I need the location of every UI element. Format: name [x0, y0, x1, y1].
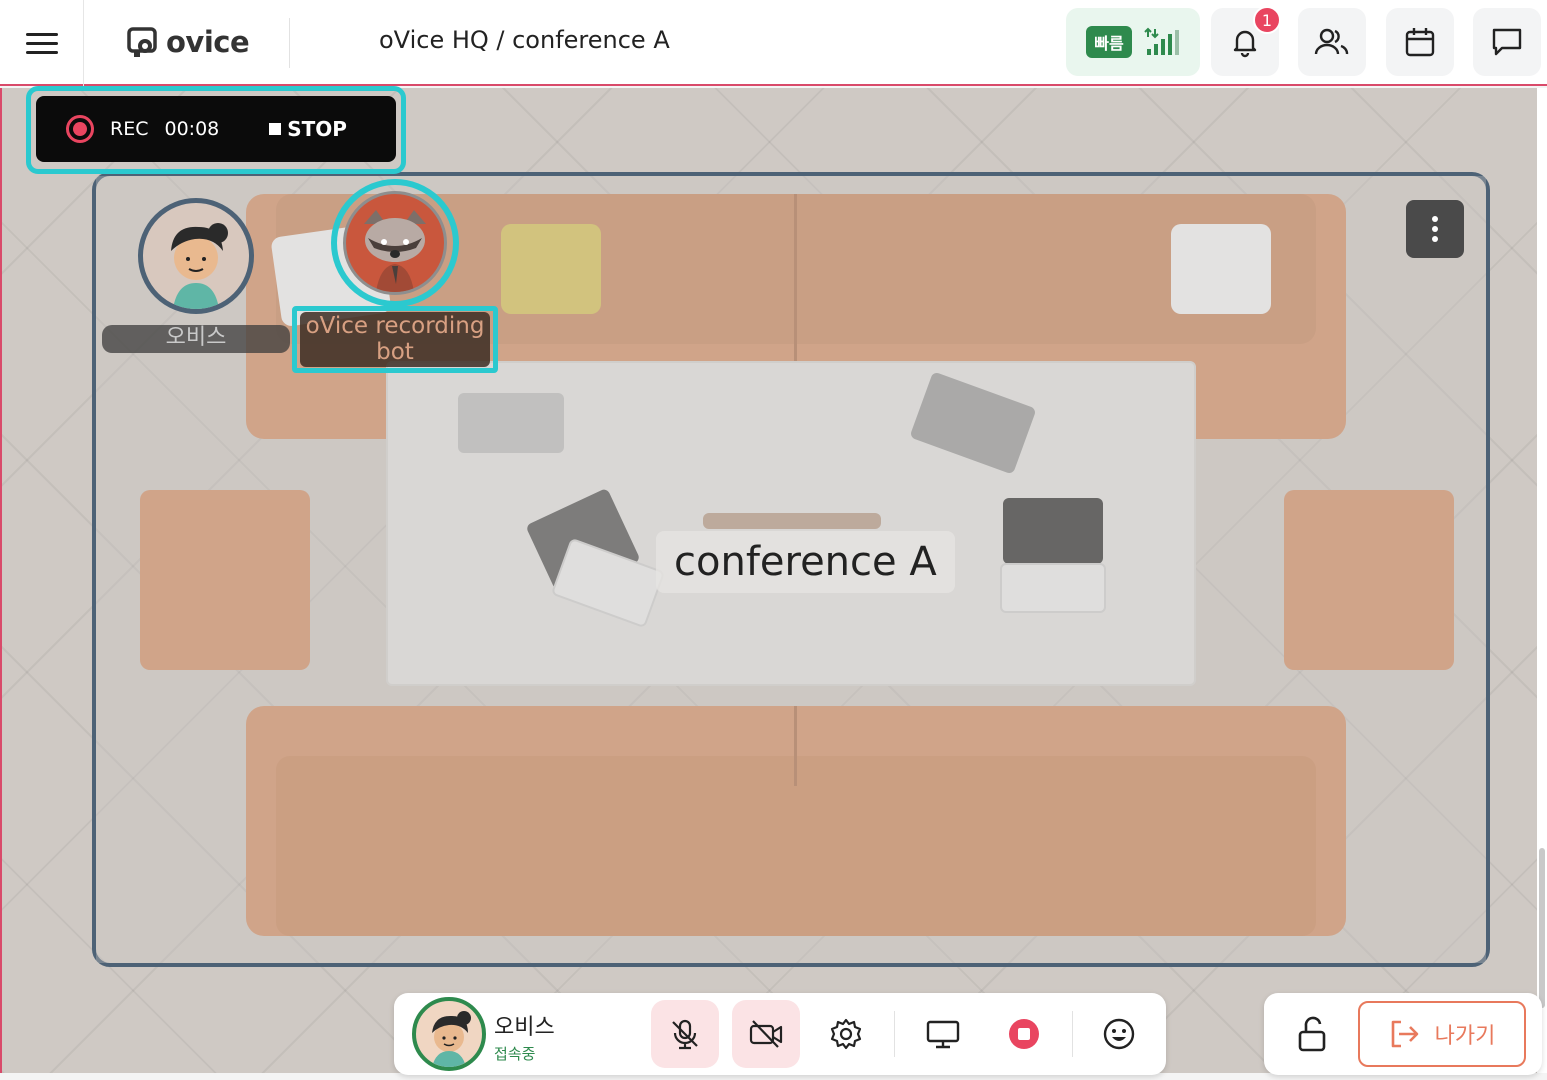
camera-off-icon — [749, 1020, 783, 1048]
chat-icon — [1492, 28, 1522, 56]
exit-panel: 나가기 — [1264, 993, 1542, 1075]
space-scrollbar[interactable] — [1537, 88, 1547, 1073]
signal-icon — [1144, 27, 1179, 55]
room-name-label: conference A — [656, 531, 955, 593]
unlock-icon — [1298, 1016, 1326, 1052]
virtual-space[interactable]: conference A 오비스 oVice recording bot — [0, 88, 1537, 1073]
conference-room[interactable]: conference A — [92, 172, 1490, 967]
my-avatar[interactable] — [412, 997, 486, 1071]
emoji-icon — [1103, 1018, 1135, 1050]
camera-toggle-button[interactable] — [732, 1000, 800, 1068]
avatar-name-tag: oVice recording bot — [300, 312, 490, 367]
rec-elapsed-time: 00:08 — [164, 118, 220, 140]
header-divider — [289, 18, 290, 68]
mic-off-icon — [672, 1019, 698, 1050]
rec-label: REC — [110, 118, 149, 140]
microphone-toggle-button[interactable] — [651, 1000, 719, 1068]
notification-badge: 1 — [1253, 6, 1281, 34]
notifications-button[interactable]: 1 — [1211, 6, 1281, 76]
person-icon — [171, 223, 228, 309]
exit-icon — [1391, 1020, 1418, 1048]
avatar — [343, 191, 447, 295]
dock-divider — [894, 1011, 895, 1057]
avatar — [138, 198, 254, 314]
recording-bar: REC 00:08 STOP — [36, 96, 396, 162]
menu-icon — [25, 30, 58, 57]
settings-button[interactable] — [812, 1000, 880, 1068]
chat-button[interactable] — [1473, 8, 1541, 76]
my-name: 오비스 — [494, 1015, 555, 1040]
raccoon-icon — [364, 210, 426, 292]
settings-icon — [830, 1018, 862, 1050]
people-icon — [1314, 28, 1349, 55]
screen-share-icon — [926, 1020, 960, 1049]
stop-icon — [269, 123, 282, 135]
room-more-button[interactable] — [1406, 200, 1464, 258]
menu-button[interactable] — [0, 0, 84, 86]
members-button[interactable] — [1298, 8, 1366, 76]
stop-recording-button[interactable]: STOP — [269, 117, 347, 141]
person-icon — [432, 1011, 471, 1067]
ovice-logo[interactable]: ovice — [126, 20, 250, 64]
ovice-logo-icon — [127, 27, 157, 57]
record-icon — [1009, 1019, 1039, 1049]
calendar-icon — [1405, 28, 1435, 57]
emoji-reaction-button[interactable] — [1085, 1000, 1153, 1068]
logo-text: ovice — [166, 25, 250, 59]
breadcrumb: oVice HQ / conference A — [379, 26, 670, 54]
network-speed-badge: 빠름 — [1086, 26, 1132, 58]
my-status: 접속중 — [494, 1045, 536, 1063]
leave-button[interactable]: 나가기 — [1358, 1001, 1526, 1067]
bell-icon — [1233, 30, 1257, 58]
calendar-button[interactable] — [1386, 8, 1454, 76]
record-button[interactable] — [990, 1000, 1058, 1068]
record-indicator-icon — [66, 115, 94, 143]
avatar-name-tag: 오비스 — [102, 325, 290, 353]
more-vertical-icon — [1432, 214, 1438, 244]
screen-share-button[interactable] — [909, 1000, 977, 1068]
top-header: ovice oVice HQ / conference A 빠름 1 — [0, 0, 1547, 86]
lock-button[interactable] — [1282, 1001, 1342, 1067]
bottom-dock: 오비스 접속중 — [394, 993, 1166, 1075]
stop-label: STOP — [287, 117, 347, 141]
network-status[interactable]: 빠름 — [1066, 8, 1200, 76]
leave-label: 나가기 — [1434, 1024, 1496, 1049]
dock-divider — [1072, 1011, 1073, 1057]
